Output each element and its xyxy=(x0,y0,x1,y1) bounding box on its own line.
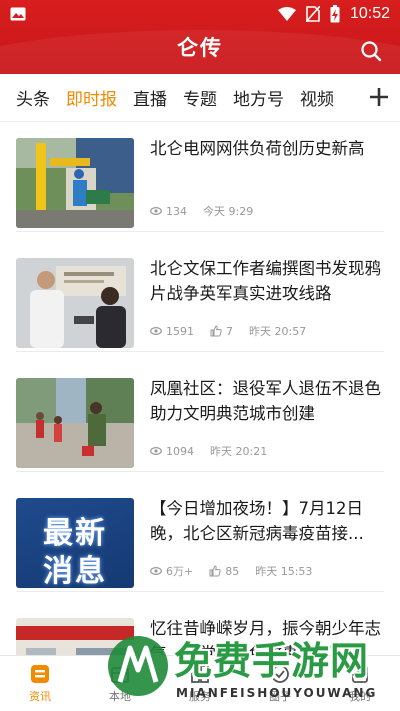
views-icon xyxy=(150,206,162,216)
news-thumbnail xyxy=(16,378,134,468)
news-meta: 134 今天 9:29 xyxy=(150,203,253,219)
views-icon xyxy=(150,566,162,576)
nav-profile-label: 我的 xyxy=(349,690,371,703)
nav-profile[interactable]: 我的 xyxy=(320,656,400,711)
status-time: 10:52 xyxy=(349,5,390,22)
news-title: 北仑文保工作者编撰图书发现鸦片战争英军真实进攻线路 xyxy=(150,259,381,303)
nav-circle[interactable]: 圈子 xyxy=(240,656,320,711)
local-icon xyxy=(111,667,129,683)
app-header: 10:52 仑传 xyxy=(0,0,400,74)
view-count: 1094 xyxy=(166,444,194,458)
publish-time: 昨天 15:53 xyxy=(255,565,313,578)
profile-icon xyxy=(352,665,368,683)
tab-instant-news[interactable]: 即时报 xyxy=(58,85,125,110)
news-item[interactable]: 北仑文保工作者编撰图书发现鸦片战争英军真实进攻线路 1591 7 昨天 20:5… xyxy=(16,242,384,352)
status-bar: 10:52 xyxy=(0,0,400,28)
tab-video[interactable]: 视频 xyxy=(292,85,342,110)
nav-circle-label: 圈子 xyxy=(269,690,291,703)
news-item[interactable]: 凤凰社区：退役军人退伍不退色 助力文明典范城市创建 1094 昨天 20:21 xyxy=(16,362,384,472)
tab-local-accounts[interactable]: 地方号 xyxy=(225,85,292,110)
news-title: 忆往昔峥嵘岁月，振今朝少年志气，老党员红色故事分享 xyxy=(150,619,381,655)
news-thumbnail xyxy=(16,138,134,228)
news-title: 北仑电网网供负荷创历史新高 xyxy=(150,139,365,158)
circle-icon xyxy=(271,665,289,683)
nav-services-label: 服务 xyxy=(189,690,211,703)
tab-live[interactable]: 直播 xyxy=(125,85,175,110)
add-channel-icon[interactable] xyxy=(368,86,390,108)
news-meta: 1591 7 昨天 20:57 xyxy=(150,323,306,339)
news-title: 凤凰社区：退役军人退伍不退色 助力文明典范城市创建 xyxy=(150,379,381,423)
news-title: 【今日增加夜场！】7月12日晚，北仑区新冠病毒疫苗接... xyxy=(150,499,364,543)
news-meta: 6万+ 85 昨天 15:53 xyxy=(150,563,312,579)
views-icon xyxy=(150,446,162,456)
thumbnail-text-line2: 消息 xyxy=(43,554,107,588)
news-feed: 北仑电网网供负荷创历史新高 134 今天 9:29 北仑文保工作者编撰图书发现鸦… xyxy=(0,122,400,655)
publish-time: 昨天 20:21 xyxy=(210,445,268,458)
thumbs-up-icon xyxy=(210,325,222,337)
view-count: 6万+ xyxy=(166,565,194,578)
wifi-icon xyxy=(277,7,296,21)
channel-tabs: 头条 即时报 直播 专题 地方号 视频 xyxy=(0,74,400,122)
like-count: 7 xyxy=(226,324,233,338)
nav-news[interactable]: 资讯 xyxy=(0,656,80,711)
battery-charging-icon xyxy=(330,5,340,23)
publish-time: 今天 9:29 xyxy=(203,205,254,218)
news-icon xyxy=(31,665,49,683)
nav-services[interactable]: 服务 xyxy=(160,656,240,711)
news-item[interactable]: 北仑电网网供负荷创历史新高 134 今天 9:29 xyxy=(16,122,384,232)
app-title: 仑传 xyxy=(177,35,223,60)
news-thumbnail xyxy=(16,258,134,348)
bottom-nav: 资讯 本地 服务 圈子 我的 xyxy=(0,655,400,711)
nav-local[interactable]: 本地 xyxy=(80,656,160,711)
publish-time: 昨天 20:57 xyxy=(249,325,307,338)
latest-news-thumbnail: 最新 消息 xyxy=(16,498,134,588)
nav-local-label: 本地 xyxy=(109,690,131,703)
view-count: 1591 xyxy=(166,324,194,338)
services-icon xyxy=(191,665,209,683)
search-icon[interactable] xyxy=(360,40,382,62)
news-item[interactable]: 忆往昔峥嵘岁月，振今朝少年志气，老党员红色故事分享 xyxy=(16,602,384,655)
no-sim-icon xyxy=(305,6,320,22)
views-icon xyxy=(150,326,162,336)
tab-topics[interactable]: 专题 xyxy=(175,85,225,110)
thumbs-up-icon xyxy=(209,565,221,577)
image-notification-icon xyxy=(10,7,26,21)
news-meta: 1094 昨天 20:21 xyxy=(150,443,267,459)
tab-headlines[interactable]: 头条 xyxy=(0,85,58,110)
news-item[interactable]: 最新 消息 【今日增加夜场！】7月12日晚，北仑区新冠病毒疫苗接... 6万+ … xyxy=(16,482,384,592)
nav-news-label: 资讯 xyxy=(29,690,51,703)
like-count: 85 xyxy=(225,564,240,578)
view-count: 134 xyxy=(166,204,187,218)
news-thumbnail xyxy=(16,618,134,655)
